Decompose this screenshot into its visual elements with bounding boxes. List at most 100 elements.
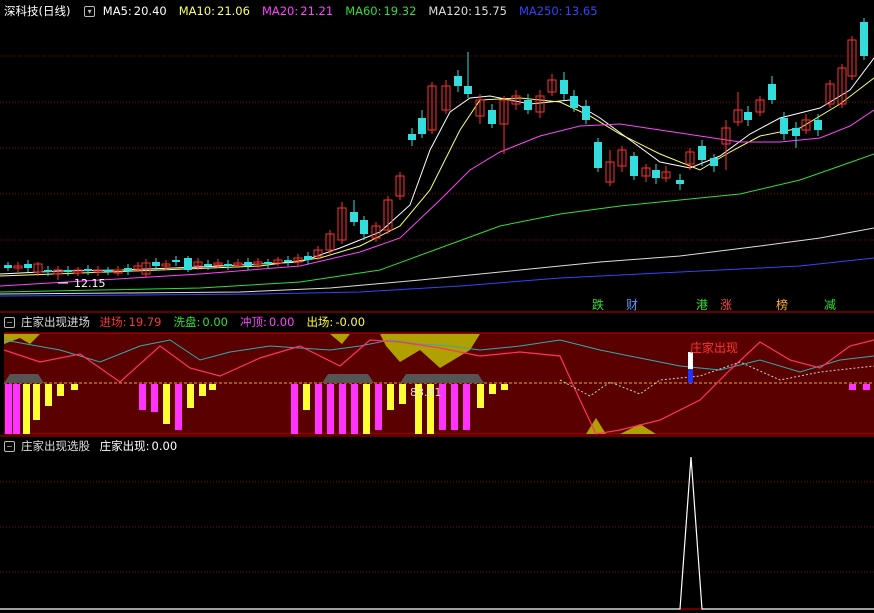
legend-item: 出场: -0.00 (306, 315, 371, 329)
collapse-icon[interactable]: − (4, 317, 15, 328)
candle-body (304, 256, 312, 260)
ma-line (0, 227, 874, 295)
indicator-bar (291, 384, 298, 434)
svg-text:12.15: 12.15 (74, 277, 106, 290)
candle-body (264, 262, 272, 264)
candle-body (104, 270, 112, 272)
indicator-bar (477, 384, 484, 408)
indicator-bar (57, 384, 64, 396)
candle-body (464, 86, 472, 94)
indicator-bar (315, 384, 322, 434)
indicator-bar (45, 384, 52, 406)
candle-body (284, 260, 292, 262)
indicator-bar (187, 384, 194, 408)
ma-line (0, 257, 874, 297)
candle-body (4, 265, 12, 268)
candle-body (594, 142, 602, 168)
candle-body (488, 110, 496, 124)
selector-legend: − 庄家出现选股 庄家出现: 0.00 (4, 439, 195, 453)
candle-body (184, 258, 192, 270)
candle-body (768, 84, 776, 100)
indicator-bar (327, 384, 334, 434)
candle-body (524, 100, 532, 110)
indicator-bar (463, 384, 470, 430)
indicator-bar (339, 384, 346, 434)
candle-body (244, 262, 252, 266)
candle-body (204, 264, 212, 266)
collapse-icon[interactable]: − (4, 441, 15, 452)
legend-label: 冲顶: (239, 315, 267, 329)
legend-value: 19.79 (128, 315, 162, 329)
event-tag: 涨 (720, 297, 732, 312)
candle-body (744, 112, 752, 120)
legend-value: 21.06 (217, 4, 250, 18)
moving-average-lines (0, 57, 874, 297)
candle-body (350, 212, 358, 222)
legend-value: 0.00 (151, 439, 178, 453)
candle-body (408, 134, 416, 140)
main-grid (0, 55, 874, 241)
indicator-bar (375, 384, 382, 430)
candle-body (560, 80, 568, 94)
candle-body (172, 260, 180, 262)
legend-item: MA250: 13.65 (519, 4, 604, 18)
candle-body (814, 120, 822, 130)
indicator-legend: − 庄家出现进场 进场: 19.79 洗盘: 0.00 冲顶: 0.00 出场: -0.00 (4, 315, 383, 329)
legend-label: MA250: (518, 4, 563, 18)
candle-body (652, 170, 660, 178)
indicator-bar (849, 384, 856, 390)
event-tag: 减 (824, 298, 836, 312)
signal-marker-blue (688, 369, 693, 383)
indicator-mid-label: 83.81 (410, 386, 442, 399)
legend-value: 13.65 (564, 4, 598, 18)
indicator-bar (33, 384, 40, 420)
indicator-bar (489, 384, 496, 394)
candle-body (84, 269, 92, 271)
indicator-bar (139, 384, 146, 410)
legend-item: 庄家出现: 0.00 (100, 439, 183, 453)
selector-title: 庄家出现选股 (21, 439, 90, 453)
legend-item: 进场: 19.79 (100, 315, 168, 329)
gray-block (322, 374, 374, 383)
candle-body (582, 106, 590, 120)
legend-item: MA20: 21.21 (262, 4, 339, 18)
selector-grid (0, 481, 874, 573)
indicator-bar (363, 384, 370, 434)
legend-item: MA5: 20.40 (103, 4, 173, 18)
event-tag: 港 (696, 298, 708, 312)
candle-body (676, 180, 684, 184)
legend-item: MA120: 15.75 (428, 4, 513, 18)
legend-label: MA5: (102, 4, 132, 18)
candle-body (698, 146, 706, 160)
gear-icon[interactable]: ▾ (84, 6, 96, 17)
candle-body (124, 268, 132, 271)
indicator-bar (71, 384, 78, 390)
legend-label: 洗盘: (173, 315, 201, 329)
indicator-bar (199, 384, 206, 396)
indicator-bar (863, 384, 870, 390)
legend-item: MA60: 19.32 (345, 4, 422, 18)
legend-value: 20.40 (133, 4, 167, 18)
indicator-bar (303, 384, 310, 410)
legend-value: -0.00 (335, 315, 366, 329)
candle-body (64, 270, 72, 272)
selector-signal-line (0, 456, 874, 610)
legend-item: MA10: 21.06 (179, 4, 256, 18)
legend-value: 0.00 (202, 315, 228, 329)
event-tag: 财 (626, 298, 638, 312)
candle-body (792, 128, 800, 136)
indicator-bar (5, 384, 12, 434)
legend-value: 19.32 (383, 4, 417, 18)
candle-body (630, 156, 638, 176)
legend-label: MA20: (261, 4, 299, 18)
indicator-title: 庄家出现进场 (21, 315, 90, 329)
indicator-bar (501, 384, 508, 390)
legend-item: 冲顶: 0.00 (240, 315, 300, 329)
legend-value: 21.21 (300, 4, 334, 18)
candle-body (360, 220, 368, 234)
indicator-bar (209, 384, 216, 390)
legend-value: 15.75 (474, 4, 507, 18)
candle-body (418, 118, 426, 134)
chart-canvas[interactable]: 12.15 跌 财 港涨 榜 减 83.81 庄家出现 (0, 0, 874, 613)
main-panel-title: 深科技(日线) (4, 4, 71, 18)
